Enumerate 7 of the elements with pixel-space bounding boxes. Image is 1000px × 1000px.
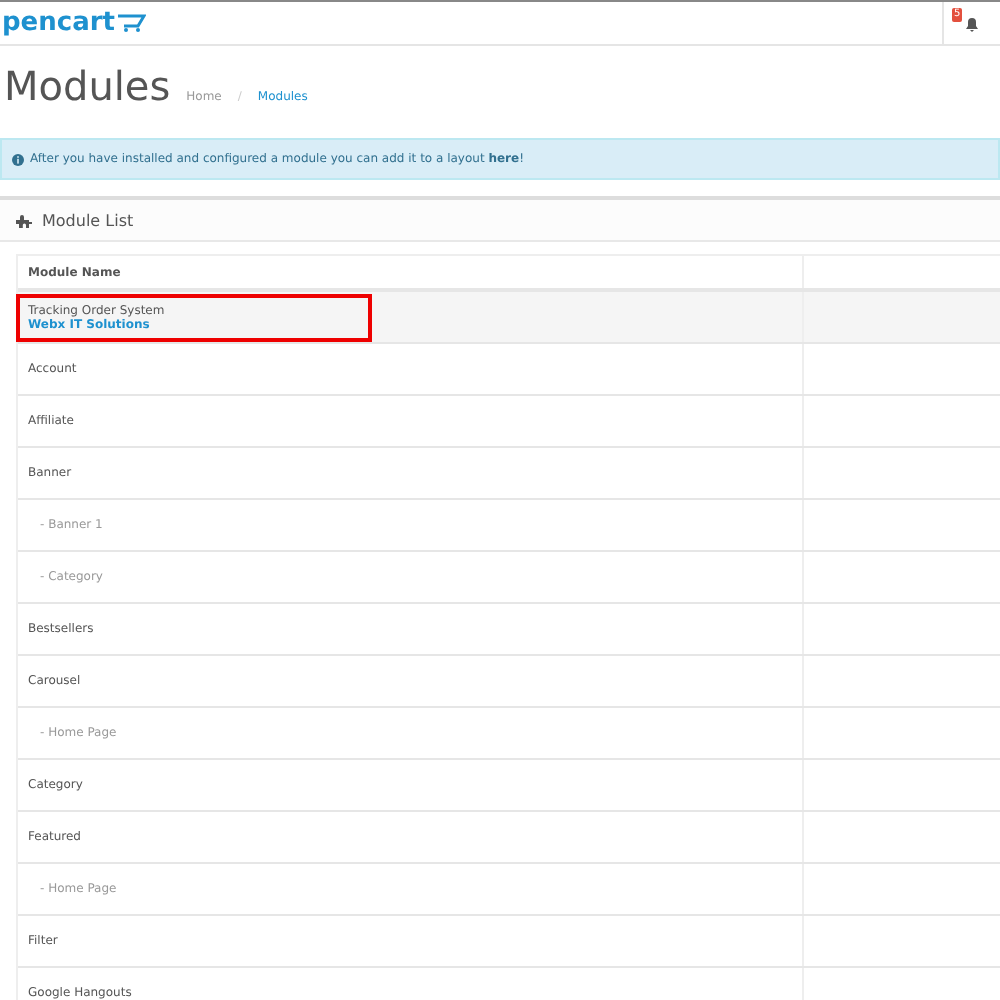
logo[interactable]: pencart [2, 8, 147, 38]
page-title: Modules [4, 62, 171, 110]
info-icon [12, 153, 24, 165]
panel-title: Module List [42, 211, 134, 229]
puzzle-icon [16, 213, 32, 227]
cart-icon [118, 14, 147, 32]
bell-icon [964, 15, 980, 31]
